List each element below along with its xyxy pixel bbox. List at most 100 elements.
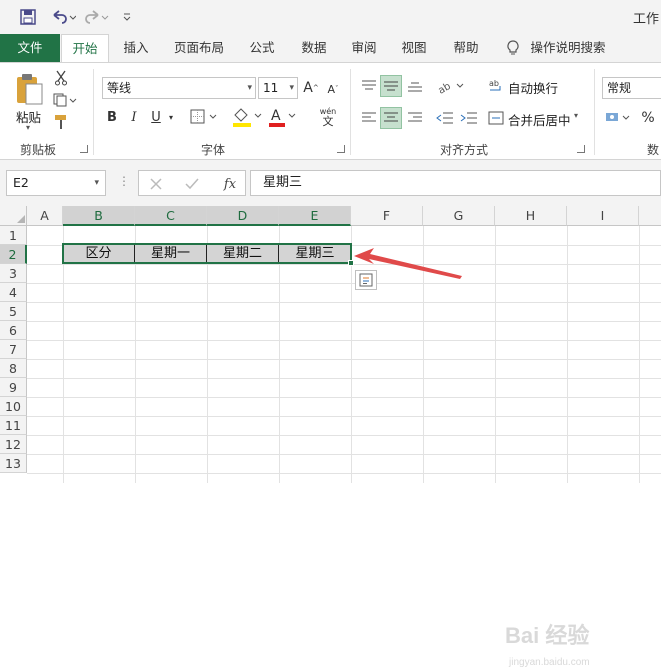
middle-align-icon[interactable] <box>380 75 402 97</box>
row-header-12[interactable]: 12 <box>0 435 27 454</box>
column-header-c[interactable]: C <box>135 206 207 226</box>
row-header-11[interactable]: 11 <box>0 416 27 435</box>
baidu-watermark-logo: Bai 经验 <box>505 623 590 648</box>
font-group-label: 字体 <box>201 143 226 157</box>
column-header-partial[interactable] <box>639 206 661 226</box>
accounting-format-icon[interactable] <box>604 107 634 129</box>
formula-bar-grip-icon[interactable]: ⋮ <box>118 174 130 188</box>
tab-help[interactable]: 帮助 <box>446 34 486 62</box>
tab-home[interactable]: 开始 <box>61 34 109 63</box>
tab-page-layout[interactable]: 页面布局 <box>168 34 230 62</box>
cancel-icon[interactable] <box>147 175 165 193</box>
tab-file[interactable]: 文件 <box>0 34 60 62</box>
gridline <box>27 416 661 417</box>
merge-center-icon[interactable] <box>486 107 506 129</box>
save-icon[interactable] <box>20 7 36 27</box>
underline-dropdown-arrow[interactable]: ▾ <box>166 109 176 125</box>
row-header-4[interactable]: 4 <box>0 283 27 302</box>
insert-function-button[interactable]: fx <box>219 174 241 194</box>
row-header-8[interactable]: 8 <box>0 359 27 378</box>
row-header-9[interactable]: 9 <box>0 378 27 397</box>
top-align-icon[interactable] <box>358 75 380 97</box>
tab-data[interactable]: 数据 <box>294 34 334 62</box>
column-header-i[interactable]: I <box>567 206 639 226</box>
column-header-b[interactable]: B <box>63 206 135 226</box>
underline-button[interactable]: U <box>148 107 164 127</box>
gridline <box>27 454 661 455</box>
bold-button[interactable]: B <box>104 107 120 127</box>
increase-indent-icon[interactable] <box>458 107 480 129</box>
svg-text:A: A <box>271 108 281 124</box>
format-painter-icon[interactable] <box>52 113 70 131</box>
fill-color-icon[interactable] <box>230 105 264 129</box>
alignment-group-label: 对齐方式 <box>440 143 489 157</box>
enter-check-icon[interactable] <box>183 175 201 193</box>
align-left-icon[interactable] <box>358 107 380 129</box>
orientation-icon[interactable]: ab <box>436 75 468 97</box>
shrink-font-icon[interactable]: Aˇ <box>324 79 342 99</box>
tab-view[interactable]: 视图 <box>394 34 434 62</box>
clipboard-group-label: 剪贴板 <box>20 143 57 157</box>
column-header-a[interactable]: A <box>27 206 63 226</box>
cut-icon[interactable] <box>52 69 70 87</box>
wrap-text-icon[interactable]: ab <box>486 75 506 97</box>
column-header-h[interactable]: H <box>495 206 567 226</box>
title-bar: 工作 <box>0 0 661 34</box>
redo-icon[interactable] <box>84 7 110 27</box>
merge-dropdown-arrow[interactable]: ▾ <box>574 111 578 120</box>
ribbon: 粘贴 ▾ 剪贴板 等线 ▾ 11 ▾ A ^ Aˇ B I U ▾ A wén 文 字… <box>0 62 661 160</box>
tell-me-search[interactable]: 操作说明搜索 <box>526 34 610 62</box>
gridline <box>27 397 661 398</box>
copy-icon[interactable] <box>52 91 78 109</box>
row-header-10[interactable]: 10 <box>0 397 27 416</box>
font-dialog-launcher[interactable] <box>337 145 345 153</box>
wrap-text-button[interactable]: 自动换行 <box>508 78 558 97</box>
borders-icon[interactable] <box>188 107 222 127</box>
row-header-6[interactable]: 6 <box>0 321 27 340</box>
font-size-select[interactable]: 11 ▾ <box>258 77 298 99</box>
svg-text:ab: ab <box>489 79 499 88</box>
tab-review[interactable]: 审阅 <box>344 34 384 62</box>
font-color-icon[interactable]: A <box>266 105 298 129</box>
phonetic-guide-icon[interactable]: wén 文 <box>308 103 348 131</box>
gridline <box>27 340 661 341</box>
tab-insert[interactable]: 插入 <box>116 34 156 62</box>
bottom-align-icon[interactable] <box>404 75 426 97</box>
percent-style-button[interactable]: % <box>638 107 658 129</box>
grow-font-icon[interactable]: A ^ <box>302 77 320 99</box>
group-separator <box>350 69 351 155</box>
number-format-select[interactable]: 常规 <box>602 77 661 99</box>
formula-input[interactable]: 星期三 <box>250 170 661 196</box>
font-name-select[interactable]: 等线 ▾ <box>102 77 256 99</box>
column-header-g[interactable]: G <box>423 206 495 226</box>
group-separator <box>93 69 94 155</box>
group-separator <box>594 69 595 155</box>
row-header-5[interactable]: 5 <box>0 302 27 321</box>
clipboard-dialog-launcher[interactable] <box>80 145 88 153</box>
formula-bar: E2 ▾ ⋮ fx 星期三 <box>0 160 661 206</box>
name-box-value: E2 <box>13 175 29 190</box>
row-header-1[interactable]: 1 <box>0 226 27 245</box>
undo-icon[interactable] <box>50 7 76 27</box>
row-header-2[interactable]: 2 <box>0 245 27 264</box>
align-right-icon[interactable] <box>404 107 426 129</box>
column-header-f[interactable]: F <box>351 206 423 226</box>
column-header-d[interactable]: D <box>207 206 279 226</box>
merge-center-button[interactable]: 合并后居中 <box>508 110 571 129</box>
row-header-3[interactable]: 3 <box>0 264 27 283</box>
column-header-e[interactable]: E <box>279 206 351 226</box>
name-box[interactable]: E2 ▾ <box>6 170 106 196</box>
worksheet-grid[interactable]: A B C D E F G H I 1 2 3 4 5 6 7 8 9 10 1… <box>0 206 661 668</box>
paste-dropdown-arrow[interactable]: ▾ <box>26 123 30 132</box>
row-header-7[interactable]: 7 <box>0 340 27 359</box>
tab-formulas[interactable]: 公式 <box>242 34 282 62</box>
align-center-icon[interactable] <box>380 107 402 129</box>
number-format-value: 常规 <box>607 81 632 95</box>
alignment-dialog-launcher[interactable] <box>577 145 585 153</box>
paste-icon[interactable] <box>12 71 46 107</box>
customize-qat-icon[interactable] <box>122 7 132 27</box>
number-group-label: 数 <box>647 143 660 157</box>
row-header-13[interactable]: 13 <box>0 454 27 473</box>
decrease-indent-icon[interactable] <box>434 107 456 129</box>
italic-button[interactable]: I <box>126 107 142 127</box>
